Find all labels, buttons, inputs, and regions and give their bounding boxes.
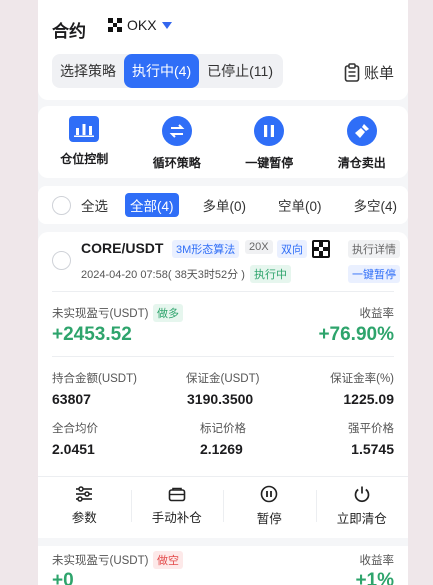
position-timestamp: 2024-04-20 07:58( 38天3时52分 ) xyxy=(81,266,245,282)
op-label: 暂停 xyxy=(256,512,282,526)
filter-bar: 全选 全部(4) 多单(0) 空单(0) 多空(4) xyxy=(38,186,408,224)
exchange-name: OKX xyxy=(127,17,157,33)
stat-value: 3190.3500 xyxy=(187,391,254,407)
wallet-icon xyxy=(168,487,186,502)
timestamp-text: 2024-04-20 07:58( 38天3时52分 ) xyxy=(81,269,245,281)
filter-both[interactable]: 多空(4) xyxy=(354,195,398,215)
leverage-tag: 20X xyxy=(245,240,273,254)
position-control-button[interactable]: 仓位控制 xyxy=(38,106,131,178)
yield-value: +76.90% xyxy=(318,324,394,345)
cycle-strategy-button[interactable]: 循环策略 xyxy=(131,106,224,178)
yield-label: 收益率 xyxy=(359,308,395,320)
tab-stopped[interactable]: 已停止(11) xyxy=(199,54,281,88)
pause-icon xyxy=(254,116,285,146)
select-all-radio[interactable] xyxy=(52,195,71,215)
stat-label: 标记价格 xyxy=(200,423,246,435)
pause-circle-icon xyxy=(260,485,278,503)
strategy-panel: 合约 OKX 选择策略 执行中(4) 已停止(11) 账单 仓位控制 循环策略 … xyxy=(38,0,408,585)
stat-label: 保证金(USDT) xyxy=(186,373,260,385)
status-tabs: 选择策略 执行中(4) 已停止(11) xyxy=(52,54,283,88)
clipboard-icon xyxy=(344,63,360,82)
action-label: 清仓卖出 xyxy=(337,156,386,170)
quick-actions: 仓位控制 循环策略 一键暂停 清仓卖出 xyxy=(38,106,408,178)
stat-label: 保证金率(%) xyxy=(330,373,394,385)
position-select-radio[interactable] xyxy=(52,251,71,270)
divider xyxy=(52,291,394,292)
pnl-side-tag: 做多 xyxy=(153,304,183,322)
cycle-arrows-icon xyxy=(161,116,192,146)
bill-label: 账单 xyxy=(363,65,394,82)
bar-chart-icon xyxy=(69,116,100,142)
stat-label: 强平价格 xyxy=(348,423,394,435)
op-label: 手动补仓 xyxy=(151,511,202,525)
next-pnl-value: +0 xyxy=(52,570,74,585)
status-badge: 执行中 xyxy=(250,265,291,283)
page-title: 合约 xyxy=(52,22,86,41)
close-now-button[interactable]: 立即清仓 xyxy=(315,478,409,534)
next-yield-label: 收益率 xyxy=(359,555,395,567)
strategy-tag: 3M形态算法 xyxy=(172,240,240,258)
next-pnl-label: 未实现盈亏(USDT) xyxy=(52,555,149,567)
bill-button[interactable]: 账单 xyxy=(344,62,394,83)
caret-down-icon xyxy=(161,21,172,29)
okx-badge-icon xyxy=(312,240,330,258)
stat-label: 全合均价 xyxy=(52,423,98,435)
manual-add-button[interactable]: 手动补仓 xyxy=(130,478,224,534)
card-separator xyxy=(38,538,408,546)
okx-logo-icon xyxy=(108,18,122,32)
broom-icon xyxy=(346,116,377,146)
power-icon xyxy=(354,486,370,503)
exchange-selector[interactable]: OKX xyxy=(108,17,172,33)
execution-detail-link[interactable]: 执行详情 xyxy=(348,240,400,258)
header-card: 合约 OKX 选择策略 执行中(4) 已停止(11) 账单 xyxy=(38,0,408,100)
stat-value: 2.0451 xyxy=(52,441,95,457)
next-pnl-side-tag: 做空 xyxy=(153,551,183,569)
stat-value: 1.5745 xyxy=(351,441,394,457)
sliders-icon xyxy=(76,486,93,502)
action-label: 循环策略 xyxy=(152,156,201,170)
next-yield-value: +1% xyxy=(355,570,394,585)
position-symbol: CORE/USDT xyxy=(81,240,164,256)
stat-value: 2.1269 xyxy=(200,441,243,457)
pause-all-button[interactable]: 一键暂停 xyxy=(223,106,316,178)
filter-long[interactable]: 多单(0) xyxy=(203,195,247,215)
op-label: 立即清仓 xyxy=(336,512,387,526)
select-all-label[interactable]: 全选 xyxy=(81,195,108,215)
pause-position-link[interactable]: 一键暂停 xyxy=(348,265,400,283)
tab-select-strategy[interactable]: 选择策略 xyxy=(52,54,124,88)
pnl-value: +2453.52 xyxy=(52,324,132,345)
stat-value: 1225.09 xyxy=(343,391,394,407)
action-label: 一键暂停 xyxy=(245,156,294,170)
filter-all[interactable]: 全部(4) xyxy=(125,193,179,217)
position-operations: 参数 手动补仓 暂停 立即清仓 xyxy=(38,478,408,534)
tab-running[interactable]: 执行中(4) xyxy=(124,54,200,88)
pause-button[interactable]: 暂停 xyxy=(223,478,316,534)
stat-value: 63807 xyxy=(52,391,91,407)
divider xyxy=(38,476,408,477)
stat-label: 持合金额(USDT) xyxy=(52,373,137,385)
close-all-button[interactable]: 清仓卖出 xyxy=(316,106,409,178)
filter-short[interactable]: 空单(0) xyxy=(278,195,322,215)
op-label: 参数 xyxy=(71,511,97,525)
position-card: CORE/USDT 3M形态算法 20X 双向 执行详情 2024-04-20 … xyxy=(38,232,408,585)
direction-tag: 双向 xyxy=(277,240,307,258)
params-button[interactable]: 参数 xyxy=(38,478,131,534)
divider xyxy=(52,356,394,357)
pnl-label: 未实现盈亏(USDT) xyxy=(52,308,149,320)
action-label: 仓位控制 xyxy=(60,152,109,166)
